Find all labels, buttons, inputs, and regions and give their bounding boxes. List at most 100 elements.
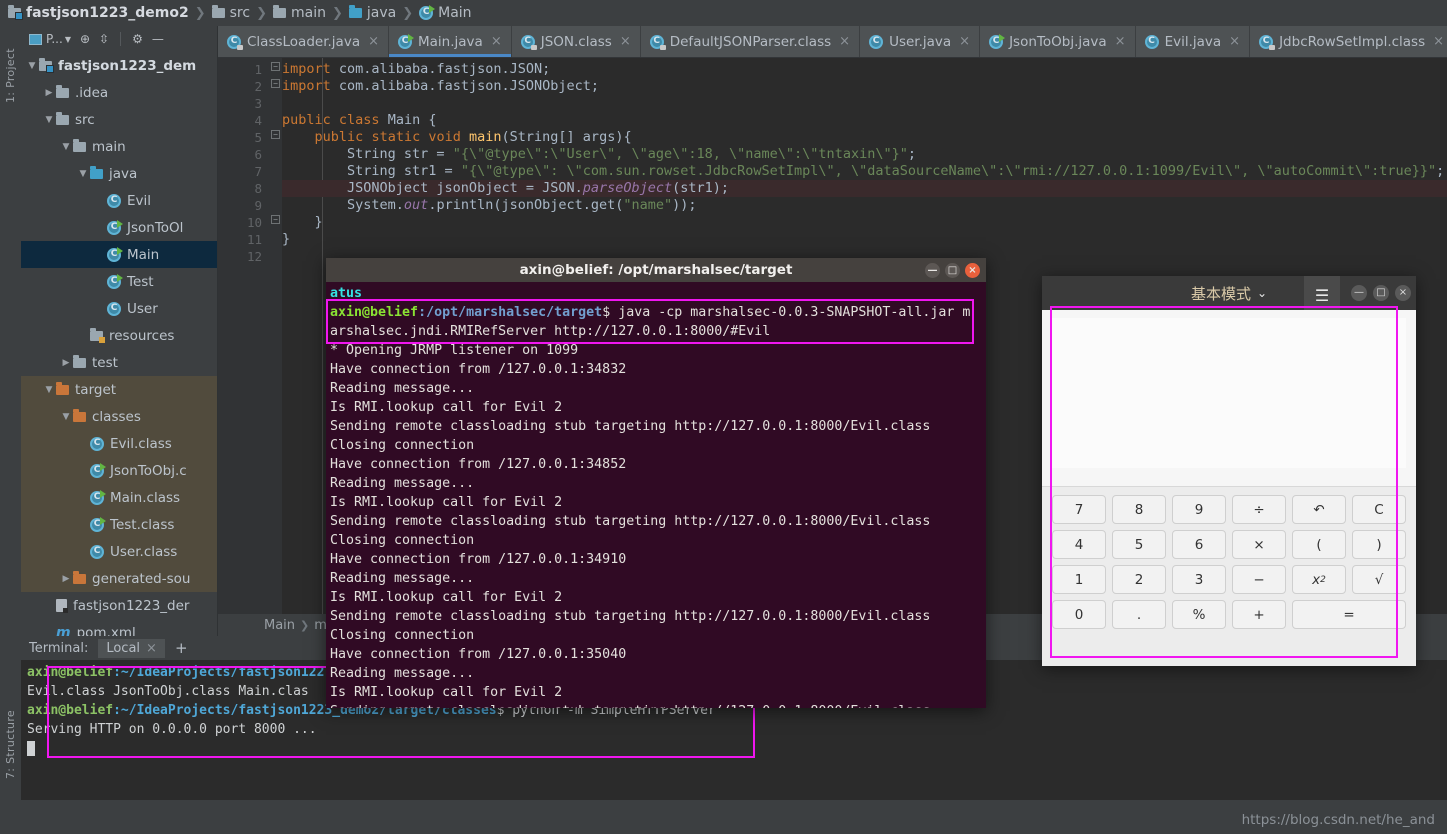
- key-equals[interactable]: =: [1292, 600, 1406, 629]
- code-line[interactable]: public static void main(String[] args){: [282, 129, 1447, 146]
- code-line[interactable]: import com.alibaba.fastjson.JSONObject;: [282, 78, 1447, 95]
- code-line[interactable]: }: [282, 214, 1447, 231]
- tree-item-src[interactable]: ▼ src: [21, 106, 217, 133]
- terminal-title-bar[interactable]: axin@belief: /opt/marshalsec/target — □ …: [326, 258, 986, 282]
- line-number[interactable]: 8: [218, 180, 281, 197]
- expand-arrow-open-icon[interactable]: ▼: [76, 169, 90, 179]
- editor-breadcrumb-class[interactable]: Main: [264, 618, 295, 633]
- close-icon[interactable]: ×: [1433, 34, 1444, 49]
- code-line[interactable]: public class Main {: [282, 112, 1447, 129]
- key-7[interactable]: 7: [1052, 495, 1106, 524]
- gear-icon[interactable]: ⚙: [132, 32, 143, 46]
- expand-arrow-open-icon[interactable]: ▼: [59, 412, 73, 422]
- terminal-window[interactable]: axin@belief: /opt/marshalsec/target — □ …: [326, 258, 986, 708]
- close-icon[interactable]: ×: [491, 34, 502, 49]
- line-number[interactable]: 7: [218, 163, 268, 180]
- editor-tab-defaultjsonparser-class[interactable]: DefaultJSONParser.class ×: [640, 26, 861, 57]
- key-2[interactable]: 2: [1112, 565, 1166, 594]
- key-paren-close[interactable]: ): [1352, 530, 1406, 559]
- key-4[interactable]: 4: [1052, 530, 1106, 559]
- key-multiply[interactable]: ×: [1232, 530, 1286, 559]
- key-square[interactable]: x2: [1292, 565, 1346, 594]
- breadcrumb-item-src[interactable]: src: [211, 5, 250, 21]
- tree-item-target[interactable]: ▼ target: [21, 376, 217, 403]
- line-number[interactable]: 6: [218, 146, 268, 163]
- code-line[interactable]: String str1 = "{\"@type\": \"com.sun.row…: [282, 163, 1447, 180]
- editor-tab-evil-java[interactable]: Evil.java ×: [1135, 26, 1251, 57]
- tree-item-evil-class[interactable]: Evil.class: [21, 430, 217, 457]
- tree-item-resources[interactable]: resources: [21, 322, 217, 349]
- editor-tab-main-java[interactable]: Main.java ×: [389, 26, 512, 57]
- expand-arrow-open-icon[interactable]: ▼: [42, 385, 56, 395]
- tree-item-test[interactable]: Test: [21, 268, 217, 295]
- key-5[interactable]: 5: [1112, 530, 1166, 559]
- maximize-button[interactable]: □: [1373, 285, 1389, 301]
- breadcrumb-item-class[interactable]: Main: [419, 5, 472, 21]
- hamburger-menu-icon[interactable]: ☰: [1304, 276, 1340, 314]
- expand-arrow-open-icon[interactable]: ▼: [25, 61, 39, 71]
- key-paren-open[interactable]: (: [1292, 530, 1346, 559]
- line-number[interactable]: 11: [218, 231, 268, 248]
- line-number[interactable]: 9: [218, 197, 268, 214]
- close-icon[interactable]: ×: [1115, 34, 1126, 49]
- close-icon[interactable]: ×: [1229, 34, 1240, 49]
- tree-item-main-class[interactable]: Main.class: [21, 484, 217, 511]
- line-number[interactable]: 1: [218, 61, 268, 78]
- editor-tab-jsontoobj-java[interactable]: JsonToObj.java ×: [980, 26, 1136, 57]
- breadcrumb-item-main[interactable]: main: [272, 5, 326, 21]
- expand-arrow-closed-icon[interactable]: ▶: [42, 88, 56, 98]
- key-backspace[interactable]: ↶: [1292, 495, 1346, 524]
- line-number[interactable]: 4: [218, 112, 280, 129]
- code-line[interactable]: JSONObject jsonObject = JSON.parseObject…: [282, 180, 1447, 197]
- expand-arrow-open-icon[interactable]: ▼: [59, 142, 73, 152]
- editor-tab-json-class[interactable]: JSON.class ×: [511, 26, 641, 57]
- tree-item-classes[interactable]: ▼ classes: [21, 403, 217, 430]
- tree-item-jsontoobj-c[interactable]: JsonToObj.c: [21, 457, 217, 484]
- key-clear[interactable]: C: [1352, 495, 1406, 524]
- editor-tab-classloader-java[interactable]: ClassLoader.java ×: [218, 26, 390, 57]
- editor-tab-jdbcrowsetimpl-class[interactable]: JdbcRowSetImpl.class ×: [1250, 26, 1447, 57]
- close-icon[interactable]: ×: [620, 34, 631, 49]
- code-line[interactable]: import com.alibaba.fastjson.JSON;: [282, 61, 1447, 78]
- close-icon[interactable]: ×: [839, 34, 850, 49]
- key-3[interactable]: 3: [1172, 565, 1226, 594]
- key-6[interactable]: 6: [1172, 530, 1226, 559]
- fold-marker[interactable]: −: [271, 79, 280, 88]
- key-8[interactable]: 8: [1112, 495, 1166, 524]
- key-divide[interactable]: ÷: [1232, 495, 1286, 524]
- scroll-from-source-button[interactable]: ⊕: [80, 32, 90, 46]
- tree-item-generated-sou[interactable]: ▶ generated-sou: [21, 565, 217, 592]
- minimize-button[interactable]: —: [1351, 285, 1367, 301]
- tree-item-fastjson1223-der[interactable]: fastjson1223_der: [21, 592, 217, 619]
- editor-code-area[interactable]: import com.alibaba.fastjson.JSON; import …: [282, 61, 1447, 265]
- key-decimal[interactable]: .: [1112, 600, 1166, 629]
- close-icon[interactable]: ×: [368, 34, 379, 49]
- sidebar-tab-project[interactable]: 1: Project: [0, 28, 21, 124]
- terminal-output[interactable]: atus axin@belief:/opt/marshalsec/target$ …: [326, 282, 986, 708]
- close-button[interactable]: ×: [1395, 285, 1411, 301]
- maximize-button[interactable]: □: [945, 262, 960, 278]
- fold-marker[interactable]: −: [271, 130, 280, 139]
- ide-terminal-tab-local[interactable]: Local ×: [98, 638, 165, 658]
- key-1[interactable]: 1: [1052, 565, 1106, 594]
- collapse-all-button[interactable]: ⇳: [99, 32, 109, 46]
- tree-item-main[interactable]: Main: [21, 241, 217, 268]
- calculator-keypad[interactable]: 7 8 9 ÷ ↶ C 4 5 6 ×() 1 2 3− x 2 √ 0.% + =: [1042, 487, 1416, 666]
- fold-marker[interactable]: −: [271, 215, 280, 224]
- tree-item--idea[interactable]: ▶ .idea: [21, 79, 217, 106]
- expand-arrow-closed-icon[interactable]: ▶: [59, 574, 73, 584]
- tree-item-test-class[interactable]: Test.class: [21, 511, 217, 538]
- key-percent[interactable]: %: [1172, 600, 1226, 629]
- calculator-display[interactable]: [1042, 310, 1416, 487]
- tree-item-fastjson1223-dem[interactable]: ▼ fastjson1223_dem: [21, 52, 217, 79]
- tree-item-test[interactable]: ▶ test: [21, 349, 217, 376]
- tree-item-jsontool[interactable]: JsonToOl: [21, 214, 217, 241]
- line-number[interactable]: 10: [218, 214, 268, 231]
- close-button[interactable]: ×: [965, 262, 980, 278]
- code-line[interactable]: }: [282, 231, 1447, 248]
- project-tree[interactable]: ▼ fastjson1223_dem ▶ .idea ▼ src ▼ main ▼ java Evi…: [21, 52, 217, 641]
- breadcrumb-item-project[interactable]: fastjson1223_demo2: [8, 5, 189, 21]
- minimize-button[interactable]: —: [925, 262, 940, 278]
- breadcrumb-item-java[interactable]: java: [348, 5, 396, 21]
- key-add[interactable]: +: [1232, 600, 1286, 629]
